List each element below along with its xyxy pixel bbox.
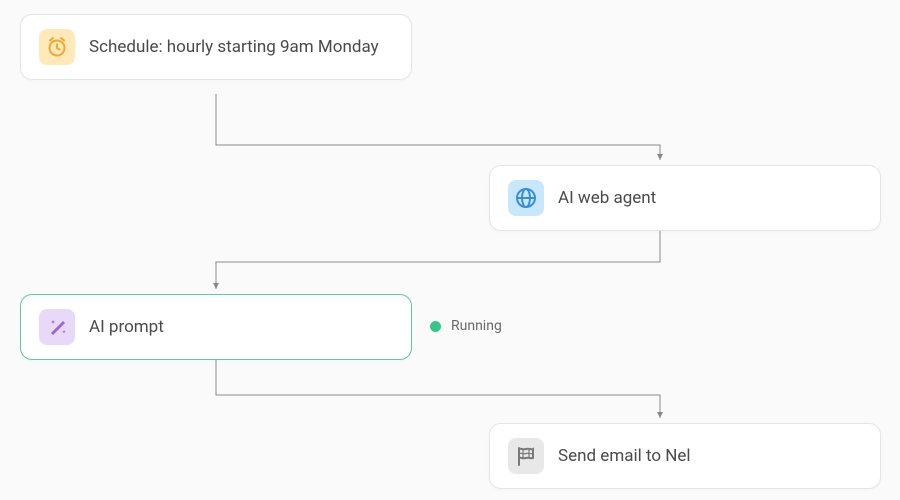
status-dot (430, 321, 441, 332)
node-schedule-label: Schedule: hourly starting 9am Monday (89, 36, 379, 59)
wand-icon (39, 309, 75, 345)
node-prompt[interactable]: AI prompt (20, 294, 412, 360)
status-running: Running (430, 318, 502, 334)
node-web-agent[interactable]: AI web agent (489, 165, 881, 231)
node-email-label: Send email to Nel (558, 445, 691, 468)
globe-icon (508, 180, 544, 216)
clock-icon (39, 29, 75, 65)
node-schedule[interactable]: Schedule: hourly starting 9am Monday (20, 14, 412, 80)
node-prompt-label: AI prompt (89, 316, 164, 339)
node-web-agent-label: AI web agent (558, 187, 656, 210)
flag-icon (508, 438, 544, 474)
node-email[interactable]: Send email to Nel (489, 423, 881, 489)
status-text: Running (451, 318, 502, 334)
